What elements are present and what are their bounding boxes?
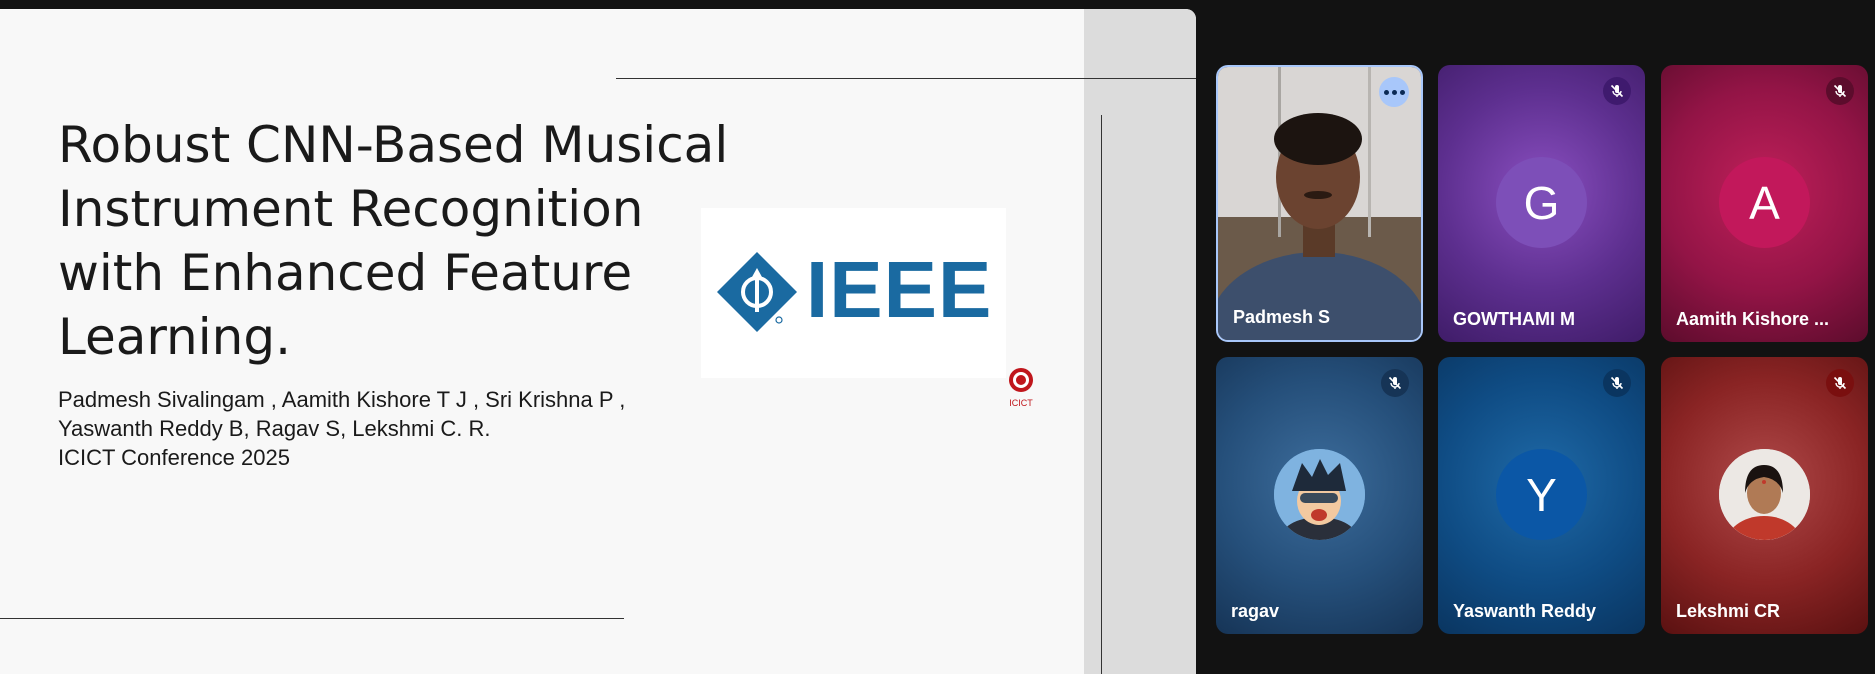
participant-tile-yaswanth[interactable]: Y Yaswanth Reddy	[1438, 357, 1645, 634]
mic-off-icon	[1603, 77, 1631, 105]
participant-tile-aamith[interactable]: A Aamith Kishore ...	[1661, 65, 1868, 342]
mic-off-icon	[1381, 369, 1409, 397]
ieee-diamond-icon	[717, 252, 797, 332]
avatar: G	[1496, 157, 1587, 248]
ieee-wordmark: IEEE	[806, 245, 993, 334]
avatar	[1274, 449, 1365, 540]
more-options-icon	[1383, 89, 1389, 95]
mic-off-icon	[1826, 369, 1854, 397]
mic-off-icon	[1603, 369, 1631, 397]
participant-name: Lekshmi CR	[1676, 601, 1781, 621]
slide-divider-vertical	[1101, 115, 1102, 674]
icict-badge: ICICT	[1008, 367, 1034, 408]
participant-tile-ragav[interactable]: ragav	[1216, 357, 1423, 634]
participant-tile-padmesh[interactable]: Padmesh S	[1216, 65, 1423, 342]
mic-off-icon	[1826, 77, 1854, 105]
icict-label: ICICT	[1009, 398, 1033, 408]
ieee-logo: IEEE	[701, 208, 1006, 378]
avatar	[1719, 449, 1810, 540]
icict-logo-icon	[1009, 368, 1033, 392]
presentation-slide: Robust CNN-Based Musical Instrument Reco…	[0, 9, 1196, 674]
slide-conference: ICICT Conference 2025	[58, 445, 290, 470]
participant-name: GOWTHAMI M	[1453, 309, 1575, 329]
more-options-button[interactable]	[1379, 77, 1409, 107]
participant-name: Yaswanth Reddy	[1453, 601, 1597, 621]
avatar: Y	[1496, 449, 1587, 540]
meeting-stage: Robust CNN-Based Musical Instrument Reco…	[0, 0, 1875, 674]
cartoon-avatar-icon	[1274, 449, 1365, 540]
participant-name: Padmesh S	[1233, 307, 1331, 327]
slide-title: Robust CNN-Based Musical Instrument Reco…	[58, 116, 729, 366]
slide-divider-top	[616, 78, 1196, 79]
participant-name: Aamith Kishore ...	[1676, 309, 1830, 329]
profile-photo-icon	[1719, 449, 1810, 540]
slide-authors: Padmesh Sivalingam , Aamith Kishore T J …	[58, 387, 626, 441]
slide-divider-bottom	[0, 618, 624, 619]
avatar: A	[1719, 157, 1810, 248]
participant-tile-gowthami[interactable]: G GOWTHAMI M	[1438, 65, 1645, 342]
participant-tile-lekshmi[interactable]: Lekshmi CR	[1661, 357, 1868, 634]
participant-video	[1218, 67, 1421, 340]
participant-name: ragav	[1231, 601, 1280, 621]
